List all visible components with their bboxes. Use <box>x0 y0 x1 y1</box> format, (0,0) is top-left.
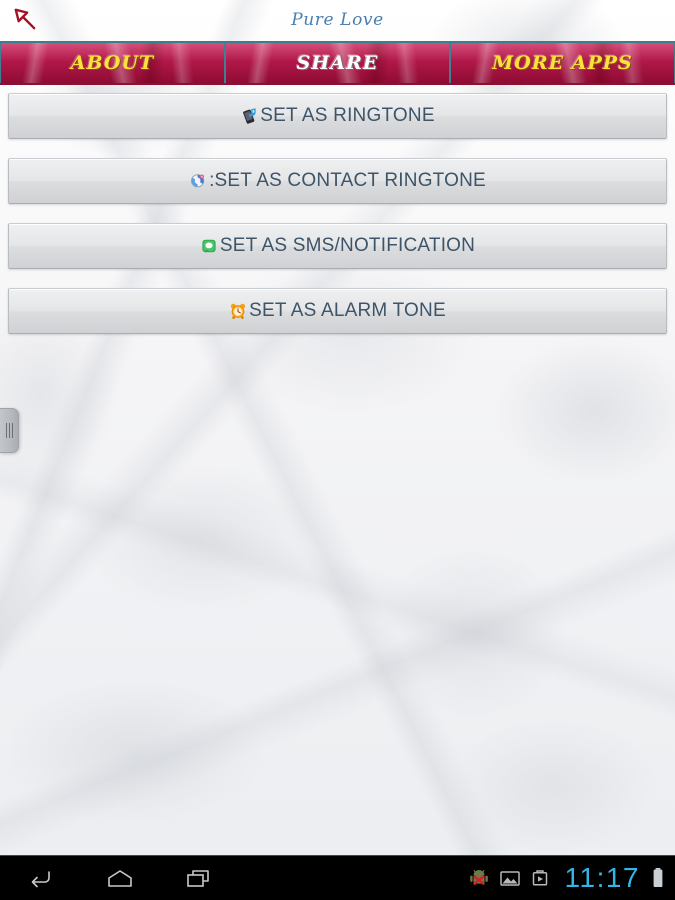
contact-sync-icon <box>189 172 207 190</box>
tab-bar: ABOUT SHARE MORE APPS <box>0 41 675 85</box>
android-error-icon[interactable] <box>468 867 490 889</box>
navigation-keys <box>0 861 216 895</box>
android-recents-icon[interactable] <box>182 861 216 895</box>
set-as-alarm-tone-label: SET AS ALARM TONE <box>249 300 446 321</box>
title-bar: Pure Love <box>0 0 675 40</box>
android-system-bar: 11:17 <box>0 855 675 900</box>
set-as-alarm-tone-button[interactable]: SET AS ALARM TONE <box>8 288 667 334</box>
tab-about-label: ABOUT <box>70 52 155 74</box>
set-as-ringtone-button[interactable]: SET AS RINGTONE <box>8 93 667 139</box>
action-button-list: SET AS RINGTONE :SET AS CONTACT RINGTONE <box>0 93 675 353</box>
tab-about[interactable]: ABOUT <box>1 43 224 83</box>
alarm-clock-icon <box>229 302 247 320</box>
tab-more-apps[interactable]: MORE APPS <box>451 43 674 83</box>
set-as-ringtone-label: SET AS RINGTONE <box>260 105 435 126</box>
drawer-grip-icon[interactable] <box>0 408 19 453</box>
app-root: Pure Love ABOUT SHARE MORE APPS SET AS R… <box>0 0 675 900</box>
tab-more-apps-label: MORE APPS <box>492 52 633 74</box>
page-title: Pure Love <box>291 10 384 30</box>
back-arrow-icon[interactable] <box>6 2 44 38</box>
grip-lines <box>5 423 13 438</box>
sms-bubble-icon <box>200 237 218 255</box>
status-area: 11:17 <box>468 862 675 894</box>
set-as-sms-notification-label: SET AS SMS/NOTIFICATION <box>219 235 476 256</box>
set-as-sms-notification-button[interactable]: SET AS SMS/NOTIFICATION <box>8 223 667 269</box>
tab-share[interactable]: SHARE <box>226 43 449 83</box>
android-home-icon[interactable] <box>103 861 137 895</box>
android-back-icon[interactable] <box>24 861 58 895</box>
usb-transfer-icon[interactable] <box>530 868 550 888</box>
phone-music-note-icon <box>240 107 258 125</box>
battery-full-icon[interactable] <box>651 866 665 890</box>
set-as-contact-ringtone-button[interactable]: :SET AS CONTACT RINGTONE <box>8 158 667 204</box>
status-clock: 11:17 <box>564 861 640 893</box>
set-as-contact-ringtone-label: :SET AS CONTACT RINGTONE <box>209 170 486 191</box>
gallery-image-icon[interactable] <box>499 868 521 888</box>
tab-share-label: SHARE <box>296 52 379 74</box>
